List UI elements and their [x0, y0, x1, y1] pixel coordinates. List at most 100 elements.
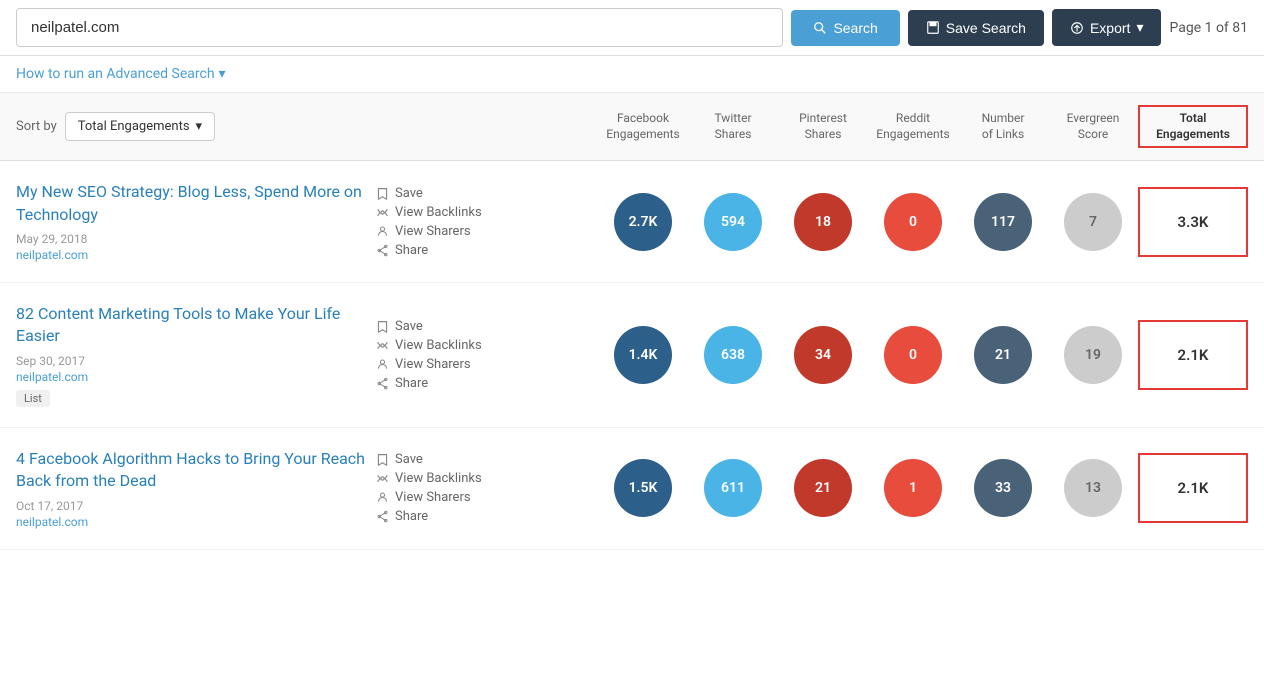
- col-header-evergreen: EvergreenScore: [1048, 111, 1138, 142]
- col-header-pinterest: PinterestShares: [778, 111, 868, 142]
- share-link[interactable]: Share: [376, 376, 506, 391]
- evergreen-metric: 13: [1048, 459, 1138, 517]
- sort-by-label: Sort by: [16, 119, 57, 134]
- bookmark-icon: [376, 320, 389, 333]
- article-title[interactable]: My New SEO Strategy: Blog Less, Spend Mo…: [16, 181, 376, 226]
- export-button[interactable]: Export ▾: [1052, 9, 1162, 46]
- save-search-label: Save Search: [946, 20, 1026, 36]
- save-link[interactable]: Save: [376, 452, 506, 467]
- backlinks-link[interactable]: View Backlinks: [376, 205, 506, 220]
- advanced-search-bar: How to run an Advanced Search ▾: [0, 56, 1264, 93]
- article-actions: Save View Backlinks View Sharers Share: [376, 186, 506, 258]
- pinterest-bubble: 34: [794, 326, 852, 384]
- share-icon: [376, 377, 389, 390]
- share-link[interactable]: Share: [376, 509, 506, 524]
- facebook-metric: 2.7K: [598, 193, 688, 251]
- links-bubble: 33: [974, 459, 1032, 517]
- sharers-link[interactable]: View Sharers: [376, 490, 506, 505]
- article-date: Oct 17, 2017: [16, 499, 376, 513]
- article-metrics: 1.5K 611 21 1 33 13 2.1K: [598, 453, 1248, 523]
- evergreen-bubble: 13: [1064, 459, 1122, 517]
- pinterest-bubble: 18: [794, 193, 852, 251]
- col-header-reddit: RedditEngagements: [868, 111, 958, 142]
- twitter-bubble: 594: [704, 193, 762, 251]
- pinterest-bubble: 21: [794, 459, 852, 517]
- backlinks-link[interactable]: View Backlinks: [376, 338, 506, 353]
- pinterest-metric: 21: [778, 459, 868, 517]
- advanced-search-link[interactable]: How to run an Advanced Search ▾: [16, 66, 1248, 82]
- bookmark-icon: [376, 453, 389, 466]
- top-bar: Search Save Search Export ▾ Page 1 of 81: [0, 0, 1264, 56]
- save-link[interactable]: Save: [376, 319, 506, 334]
- share-icon: [376, 244, 389, 257]
- chevron-down-icon: ▾: [219, 66, 226, 82]
- backlinks-icon: [376, 339, 389, 352]
- column-headers: FacebookEngagements TwitterShares Pinter…: [598, 105, 1248, 148]
- article-tag: List: [16, 390, 50, 407]
- article-metrics: 2.7K 594 18 0 117 7 3.3K: [598, 187, 1248, 257]
- facebook-bubble: 1.4K: [614, 326, 672, 384]
- sort-value: Total Engagements: [78, 119, 190, 134]
- save-link[interactable]: Save: [376, 186, 506, 201]
- article-date: Sep 30, 2017: [16, 354, 376, 368]
- sharers-link[interactable]: View Sharers: [376, 224, 506, 239]
- export-label: Export: [1090, 20, 1130, 36]
- sharers-link[interactable]: View Sharers: [376, 357, 506, 372]
- advanced-search-label: How to run an Advanced Search: [16, 66, 215, 82]
- share-link[interactable]: Share: [376, 243, 506, 258]
- table-row: 82 Content Marketing Tools to Make Your …: [0, 283, 1264, 428]
- links-bubble: 21: [974, 326, 1032, 384]
- article-actions: Save View Backlinks View Sharers Share: [376, 452, 506, 524]
- links-metric: 117: [958, 193, 1048, 251]
- total-engagements-cell: 2.1K: [1138, 453, 1248, 523]
- twitter-metric: 611: [688, 459, 778, 517]
- sharers-icon: [376, 358, 389, 371]
- facebook-metric: 1.4K: [598, 326, 688, 384]
- share-icon: [376, 510, 389, 523]
- article-info: My New SEO Strategy: Blog Less, Spend Mo…: [16, 181, 376, 262]
- evergreen-bubble: 19: [1064, 326, 1122, 384]
- evergreen-metric: 19: [1048, 326, 1138, 384]
- reddit-bubble: 0: [884, 193, 942, 251]
- total-engagements-cell: 2.1K: [1138, 320, 1248, 390]
- links-metric: 21: [958, 326, 1048, 384]
- articles-list: My New SEO Strategy: Blog Less, Spend Mo…: [0, 161, 1264, 549]
- search-button[interactable]: Search: [791, 10, 899, 46]
- links-metric: 33: [958, 459, 1048, 517]
- page-info: Page 1 of 81: [1169, 20, 1248, 36]
- search-input[interactable]: [16, 8, 783, 47]
- twitter-bubble: 638: [704, 326, 762, 384]
- twitter-metric: 594: [688, 193, 778, 251]
- bookmark-icon: [376, 187, 389, 200]
- save-search-button[interactable]: Save Search: [908, 10, 1044, 46]
- backlinks-link[interactable]: View Backlinks: [376, 471, 506, 486]
- reddit-metric: 0: [868, 326, 958, 384]
- table-row: 4 Facebook Algorithm Hacks to Bring Your…: [0, 428, 1264, 550]
- col-header-links: Numberof Links: [958, 111, 1048, 142]
- article-domain[interactable]: neilpatel.com: [16, 515, 376, 529]
- article-metrics: 1.4K 638 34 0 21 19 2.1K: [598, 320, 1248, 390]
- article-title[interactable]: 82 Content Marketing Tools to Make Your …: [16, 303, 376, 348]
- article-title[interactable]: 4 Facebook Algorithm Hacks to Bring Your…: [16, 448, 376, 493]
- export-icon: [1070, 21, 1084, 35]
- evergreen-metric: 7: [1048, 193, 1138, 251]
- article-domain[interactable]: neilpatel.com: [16, 248, 376, 262]
- article-domain[interactable]: neilpatel.com: [16, 370, 376, 384]
- twitter-bubble: 611: [704, 459, 762, 517]
- facebook-metric: 1.5K: [598, 459, 688, 517]
- search-icon: [813, 21, 827, 35]
- reddit-metric: 0: [868, 193, 958, 251]
- sort-chevron-icon: ▾: [196, 119, 203, 134]
- save-icon: [926, 21, 940, 35]
- sort-dropdown[interactable]: Total Engagements ▾: [65, 112, 215, 141]
- reddit-bubble: 1: [884, 459, 942, 517]
- reddit-metric: 1: [868, 459, 958, 517]
- table-header: Sort by Total Engagements ▾ FacebookEnga…: [0, 93, 1264, 161]
- evergreen-bubble: 7: [1064, 193, 1122, 251]
- backlinks-icon: [376, 472, 389, 485]
- links-bubble: 117: [974, 193, 1032, 251]
- twitter-metric: 638: [688, 326, 778, 384]
- backlinks-icon: [376, 206, 389, 219]
- table-row: My New SEO Strategy: Blog Less, Spend Mo…: [0, 161, 1264, 283]
- sharers-icon: [376, 491, 389, 504]
